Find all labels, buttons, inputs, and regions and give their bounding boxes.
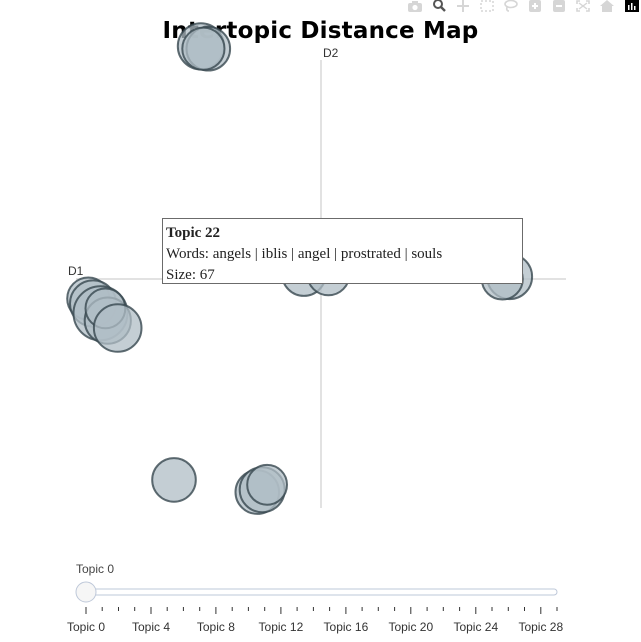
slider-track[interactable] (85, 588, 558, 596)
y-axis-label: D2 (323, 46, 339, 60)
slider-tick-label: Topic 8 (197, 620, 235, 634)
slider-tick-label: Topic 0 (67, 620, 105, 634)
slider-current-label: Topic 0 (76, 562, 115, 576)
slider-tick-label: Topic 16 (324, 620, 369, 634)
tooltip-words: Words: angels | iblis | angel | prostrat… (166, 246, 443, 262)
slider-tick-label: Topic 28 (518, 620, 563, 634)
slider-tick-label: Topic 24 (453, 620, 498, 634)
topic-bubble[interactable] (246, 463, 289, 506)
hover-tooltip: Topic 22 Words: angels | iblis | angel |… (162, 218, 523, 284)
slider-tick-labels: Topic 0 Topic 4 Topic 8 Topic 12 Topic 16 Top… (67, 620, 563, 634)
topic-bubble[interactable] (151, 457, 197, 503)
topic-bubble[interactable] (181, 26, 226, 71)
slider-tick-label: Topic 20 (388, 620, 433, 634)
tooltip-title: Topic 22 (166, 225, 221, 241)
slider-handle[interactable] (75, 581, 97, 603)
slider-tick-label: Topic 4 (132, 620, 170, 634)
slider-ticks (85, 607, 558, 614)
x-axis-label: D1 (68, 264, 84, 278)
intertopic-scatter-plot[interactable]: D1 D2 Topic 0 Topic 4 Topic 8 Topic 12 Topic… (0, 0, 641, 642)
topic-bubble[interactable] (92, 303, 143, 353)
tooltip-size: Size: 67 (166, 267, 215, 283)
slider-tick-label: Topic 12 (259, 620, 304, 634)
